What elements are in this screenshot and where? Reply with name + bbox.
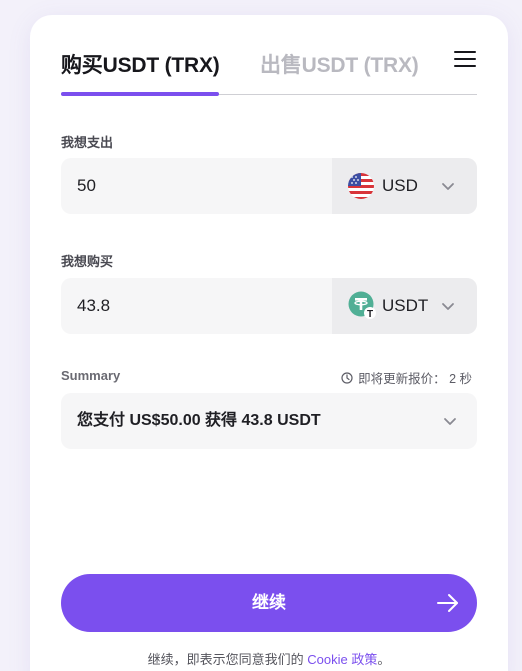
pay-label: 我想支出 bbox=[61, 135, 114, 150]
active-tab-indicator bbox=[61, 92, 219, 96]
pay-field: USD bbox=[61, 158, 477, 214]
clock-icon bbox=[341, 371, 353, 384]
pay-amount-input[interactable] bbox=[77, 158, 317, 214]
summary-text: 您支付 US$50.00 获得 43.8 USDT bbox=[77, 412, 321, 429]
receive-field: T USDT bbox=[61, 278, 477, 334]
consent-suffix: 。 bbox=[377, 652, 391, 667]
tab-bar: 购买USDT (TRX) 出售USDT (TRX) bbox=[61, 49, 477, 96]
quote-refresh-timer: 即将更新报价： 2 秒 bbox=[341, 368, 472, 387]
receive-label: 我想购买 bbox=[61, 254, 114, 269]
summary-dropdown[interactable]: 您支付 US$50.00 获得 43.8 USDT bbox=[61, 393, 477, 449]
chevron-down-icon bbox=[442, 183, 454, 190]
consent-prefix: 继续，即表示您同意我们的 bbox=[147, 652, 308, 667]
tab-buy-usdt[interactable]: 购买USDT (TRX) bbox=[61, 49, 220, 79]
receive-currency-label: USDT bbox=[382, 296, 429, 315]
consent-text: 继续，即表示您同意我们的 Cookie 政策。 bbox=[30, 649, 508, 668]
chevron-down-icon bbox=[442, 303, 454, 310]
tab-sell-usdt[interactable]: 出售USDT (TRX) bbox=[260, 49, 419, 79]
continue-label: 继续 bbox=[252, 593, 286, 612]
refresh-text: 即将更新报价： 2 秒 bbox=[358, 372, 472, 386]
svg-text:T: T bbox=[367, 309, 373, 320]
pay-currency-select[interactable]: USD bbox=[332, 158, 477, 214]
continue-button[interactable]: 继续 bbox=[61, 574, 477, 632]
receive-currency-select[interactable]: T USDT bbox=[332, 278, 477, 334]
receive-amount-input[interactable] bbox=[77, 278, 317, 334]
widget-card: 购买USDT (TRX) 出售USDT (TRX) 我想支出 50 USD 我想… bbox=[30, 15, 508, 671]
us-flag-icon bbox=[348, 173, 374, 199]
menu-icon[interactable] bbox=[454, 51, 476, 69]
tether-icon: T bbox=[348, 291, 376, 320]
summary-label: Summary bbox=[61, 368, 121, 383]
chevron-down-icon bbox=[444, 418, 456, 425]
pay-currency-label: USD bbox=[382, 176, 418, 195]
arrow-right-icon bbox=[437, 594, 458, 612]
cookie-policy-link[interactable]: Cookie 政策 bbox=[307, 652, 377, 667]
